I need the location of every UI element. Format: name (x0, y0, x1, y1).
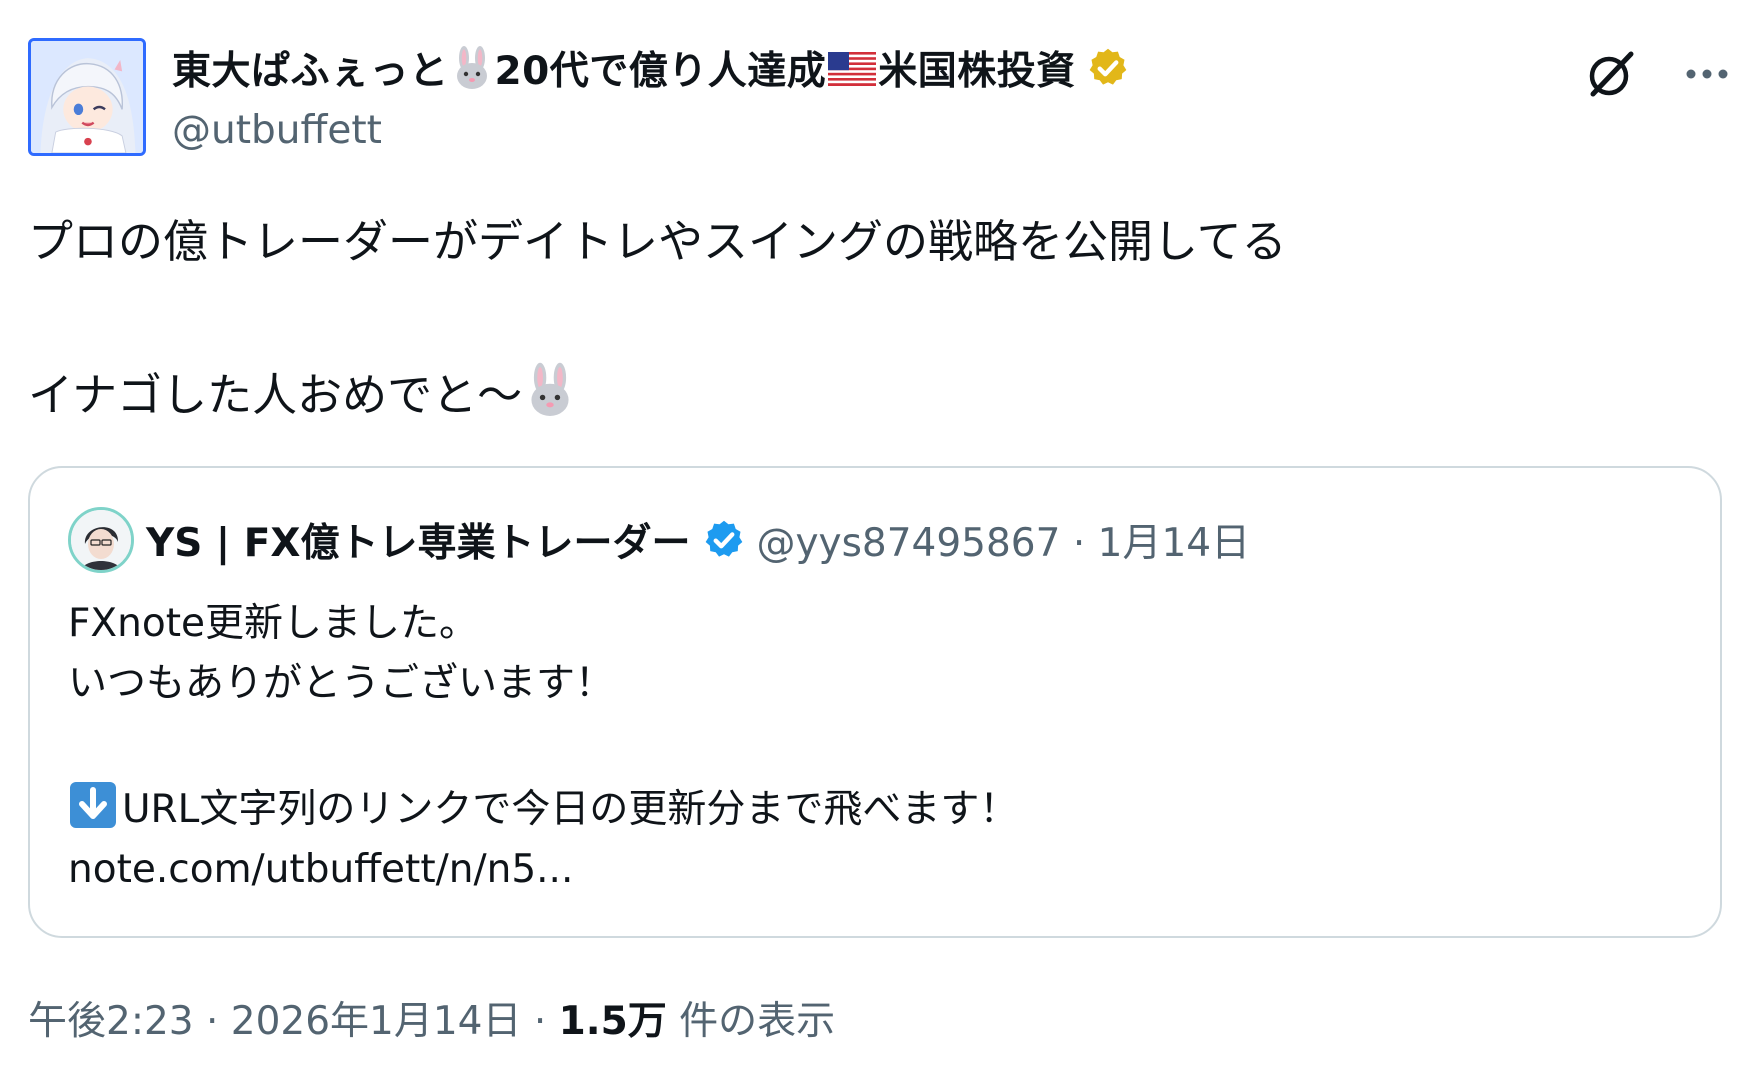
quoted-tweet-card[interactable]: YS | FX億トレ専業トレーダー @yys87495867 · 1月14日 F… (28, 466, 1722, 938)
more-icon[interactable] (1679, 46, 1735, 102)
author-avatar[interactable] (28, 38, 146, 156)
tweet-line-2: イナゴした人おめでと〜 (28, 362, 1287, 426)
tweet-line-2-text: イナゴした人おめでと〜 (28, 368, 523, 422)
quote-link[interactable]: note.com/utbuffett/n/n5... (68, 840, 1018, 900)
quote-author-avatar[interactable] (68, 507, 134, 573)
display-name-part2: 20代で億り人達成 (494, 48, 827, 94)
author-avatar-image (31, 41, 143, 153)
quote-line-2: いつもありがとうございます！ (68, 661, 615, 706)
views-count[interactable]: 1.5万 (559, 999, 667, 1044)
verified-gold-badge-icon[interactable] (1086, 46, 1130, 94)
author-handle[interactable]: @utbuffett (172, 108, 1132, 153)
display-name-part3: 米国株投資 (878, 48, 1076, 94)
tweet-text: プロの億トレーダーがデイトレやスイングの戦略を公開してる イナゴした人おめでと〜 (28, 210, 1287, 426)
quote-body: FXnote更新しました。 いつもありがとうございます！ URL文字列のリンクで… (68, 594, 1018, 900)
down-arrow-emoji-icon (68, 780, 118, 830)
tweet-header: 東大ぱふぇっと 20代で億り人達成 米国株投資 @utbuffett (28, 38, 1735, 162)
display-name-part1: 東大ぱふぇっと (172, 48, 449, 94)
rabbit-face-emoji-icon (451, 46, 493, 100)
tweet-line-1: プロの億トレーダーがデイトレやスイングの戦略を公開してる (28, 215, 1287, 268)
us-flag-emoji-icon (828, 51, 877, 96)
grok-icon[interactable] (1583, 46, 1639, 102)
tweet-footer: 午後2:23 · 2026年1月14日 · 1.5万 件の表示 (28, 990, 835, 1046)
verified-blue-badge-icon[interactable] (702, 518, 746, 562)
rabbit-face-emoji-icon (524, 362, 576, 435)
quote-line-3: URL文字列のリンクで今日の更新分まで飛べます！ (68, 780, 1018, 840)
quote-handle-date[interactable]: @yys87495867 · 1月14日 (756, 512, 1250, 568)
quote-author-name[interactable]: YS | FX億トレ専業トレーダー (146, 512, 690, 568)
quote-line-1: FXnote更新しました。 (68, 601, 479, 646)
tweet-timestamp[interactable]: 午後2:23 · 2026年1月14日 · (28, 999, 559, 1044)
author-display-name[interactable]: 東大ぱふぇっと 20代で億り人達成 米国株投資 (172, 40, 1076, 101)
quote-line-3-text: URL文字列のリンクで今日の更新分まで飛べます！ (122, 787, 1019, 832)
quote-author-avatar-image (71, 510, 131, 570)
views-label: 件の表示 (666, 999, 836, 1044)
